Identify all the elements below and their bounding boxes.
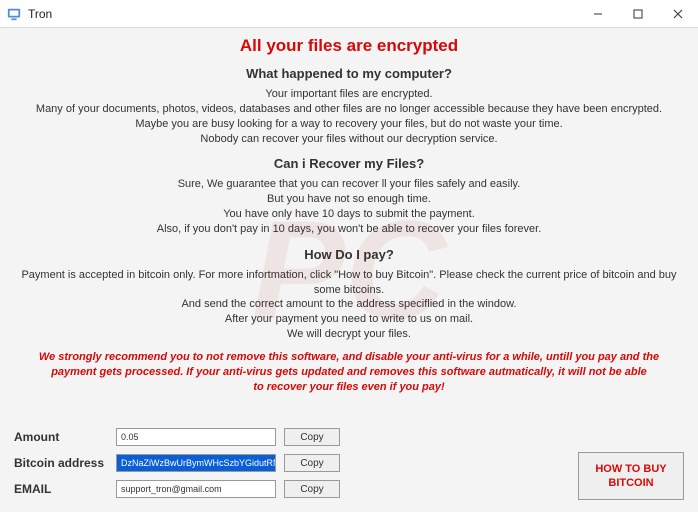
titlebar: Tron: [0, 0, 698, 28]
text: And send the correct amount to the addre…: [14, 297, 684, 312]
email-input[interactable]: support_tron@gmail.com: [116, 480, 276, 498]
copy-email-button[interactable]: Copy: [284, 480, 340, 498]
section-heading-2: Can i Recover my Files?: [14, 156, 684, 171]
text: After your payment you need to write to …: [14, 312, 684, 327]
text: You have only have 10 days to submit the…: [14, 207, 684, 222]
amount-label: Amount: [14, 430, 116, 444]
bitcoin-input[interactable]: DzNaZiWzBwUrBymWHcSzbYGidutRNDuEd: [116, 454, 276, 472]
text: Maybe you are busy looking for a way to …: [14, 117, 684, 132]
email-label: EMAIL: [14, 482, 116, 496]
text: But you have not so enough time.: [14, 192, 684, 207]
amount-input[interactable]: 0.05: [116, 428, 276, 446]
text: Sure, We guarantee that you can recover …: [14, 177, 684, 192]
text: Also, if you don't pay in 10 days, you w…: [14, 222, 684, 237]
text: Many of your documents, photos, videos, …: [14, 102, 684, 117]
text: We strongly recommend you to not remove …: [22, 350, 676, 365]
text: payment gets processed. If your anti-vir…: [22, 365, 676, 380]
app-icon: [6, 6, 22, 22]
bitcoin-row: Bitcoin address DzNaZiWzBwUrBymWHcSzbYGi…: [14, 452, 578, 474]
text: to recover your files even if you pay!: [22, 380, 676, 395]
page-title: All your files are encrypted: [14, 36, 684, 56]
email-row: EMAIL support_tron@gmail.com Copy: [14, 478, 578, 500]
content-area: PC All your files are encrypted What hap…: [0, 28, 698, 512]
amount-row: Amount 0.05 Copy: [14, 426, 578, 448]
text: We will decrypt your files.: [14, 327, 684, 342]
close-button[interactable]: [658, 0, 698, 28]
text: Payment is accepted in bitcoin only. For…: [14, 268, 684, 298]
minimize-button[interactable]: [578, 0, 618, 28]
maximize-button[interactable]: [618, 0, 658, 28]
section-heading-3: How Do I pay?: [14, 247, 684, 262]
bitcoin-label: Bitcoin address: [14, 456, 116, 470]
text: Your important files are encrypted.: [14, 87, 684, 102]
copy-amount-button[interactable]: Copy: [284, 428, 340, 446]
warning-text: We strongly recommend you to not remove …: [14, 350, 684, 395]
window-title: Tron: [28, 7, 52, 21]
copy-bitcoin-button[interactable]: Copy: [284, 454, 340, 472]
fields-group: Amount 0.05 Copy Bitcoin address DzNaZiW…: [14, 422, 578, 500]
bottom-panel: Amount 0.05 Copy Bitcoin address DzNaZiW…: [14, 422, 684, 500]
how-to-buy-bitcoin-button[interactable]: HOW TO BUY BITCOIN: [578, 452, 684, 500]
section-heading-1: What happened to my computer?: [14, 66, 684, 81]
text: Nobody can recover your files without ou…: [14, 132, 684, 147]
